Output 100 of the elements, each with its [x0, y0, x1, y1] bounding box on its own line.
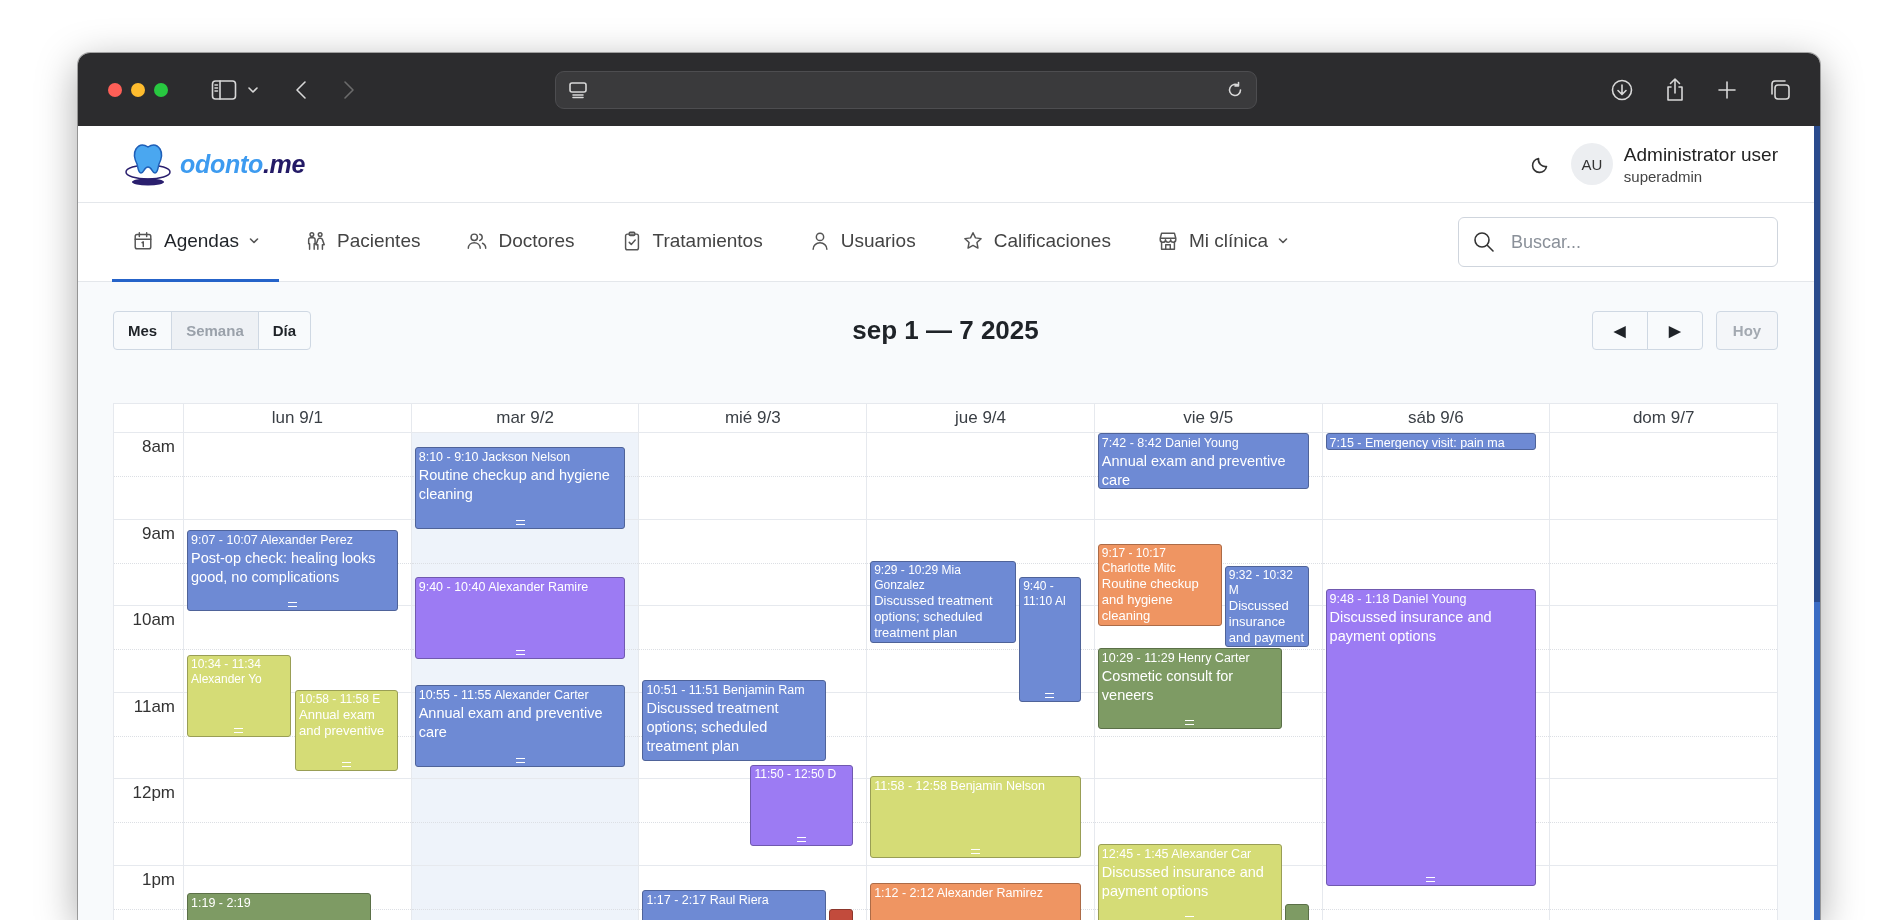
calendar-icon	[132, 230, 154, 252]
appointment-card[interactable]: 10:51 - 11:51 Benjamin Ram Discussed treatment options; scheduled treatment plan	[642, 679, 827, 761]
next-button[interactable]: ▶	[1647, 311, 1703, 350]
appointment-heading: 10:29 - 11:29 Henry Carter	[1101, 649, 1251, 667]
nav-tab[interactable]: Usuarios	[788, 203, 936, 282]
appointment-heading: 10:55 - 11:55 Alexander Carter	[418, 687, 590, 705]
tab-group-button[interactable]	[247, 84, 259, 95]
appointment-heading: 11:50 - 12:50 D	[754, 766, 838, 782]
tabs-icon	[1768, 77, 1792, 102]
appointment-card[interactable]: 1:12 - 2:12 Alexander Ramirez	[870, 882, 1081, 920]
appointment-card[interactable]: 7:15 - Emergency visit: pain ma	[1325, 433, 1537, 450]
appointment-heading: 9:29 - 10:29 Mia Gonzalez	[874, 563, 962, 594]
back-button[interactable]	[295, 79, 307, 100]
appointment-note: Annual exam and preventive	[299, 706, 386, 739]
appointment-card[interactable]: 11:50 - 12:50 D	[750, 764, 854, 847]
appointment-card[interactable]: 9:32 - 10:32 M Discussed insurance and payment	[1224, 565, 1309, 648]
resize-handle-icon[interactable]	[1426, 877, 1436, 883]
chevron-down-icon	[247, 84, 259, 95]
resize-handle-icon[interactable]	[1185, 916, 1195, 920]
tooth-logo-icon	[122, 141, 174, 187]
appointment-heading: 10:34 - 11:34 Alexander Yo	[191, 657, 263, 687]
appointment-note: Routine checkup and hygiene cleaning	[1101, 576, 1200, 624]
appointment-heading: 9:17 - 10:17 Charlotte Mitc	[1101, 546, 1177, 576]
week-title: sep 1 — 7 2025	[852, 315, 1039, 346]
forward-icon	[343, 79, 355, 100]
app-logo[interactable]: odonto.me	[180, 149, 306, 179]
plus-icon	[1716, 78, 1738, 101]
share-button[interactable]	[1664, 76, 1686, 103]
view-button[interactable]: Día	[257, 311, 312, 350]
appointment-note: Annual exam and preventive care	[1101, 452, 1287, 488]
search-icon	[1472, 230, 1496, 254]
appointment-heading: 10:51 - 11:51 Benjamin Ram	[646, 681, 806, 699]
nav-tab[interactable]: Agendas	[112, 203, 279, 282]
resize-handle-icon[interactable]	[515, 519, 525, 525]
nav-tab[interactable]: Tratamientos	[600, 203, 783, 282]
sidebar-button[interactable]	[211, 78, 237, 101]
hour-label: 12pm	[132, 783, 175, 803]
previous-button[interactable]: ◀	[1592, 311, 1648, 350]
appointment-card[interactable]: 10:29 - 11:29 Henry Carter Cosmetic consult for veneers	[1097, 647, 1282, 730]
view-button[interactable]: Mes	[113, 311, 173, 350]
appointment-note: Post-op check: healing looks good, no complications	[191, 548, 377, 587]
appointment-heading: 9:32 - 10:32 M	[1228, 567, 1294, 598]
appointment-note: Cosmetic consult for veneers	[1101, 666, 1235, 705]
back-icon	[295, 79, 307, 100]
appointment-card[interactable]: 9:29 - 10:29 Mia Gonzalez Discussed treatment options; scheduled treatment plan	[870, 561, 1016, 643]
appointment-heading: 11:58 - 12:58 Benjamin Nelson	[874, 778, 1046, 796]
day-header: mié 9/3	[638, 404, 867, 433]
appointment-card[interactable]: 9:17 - 10:17 Charlotte Mitc Routine checkup and hygiene cleaning	[1097, 544, 1222, 626]
appointment-card[interactable]: 9:40 - 11:10 Al	[1019, 577, 1081, 702]
appointment-card[interactable]: 9:07 - 10:07 Alexander Perez Post-op check: healing looks good, no complications	[187, 529, 398, 612]
appointment-note: Discussed treatment options; scheduled treatment plan	[874, 593, 994, 642]
reload-icon	[1226, 80, 1244, 99]
day-header: dom 9/7	[1549, 404, 1777, 433]
appointment-card[interactable]: 1:19 - 2:19	[187, 892, 371, 920]
resize-handle-icon[interactable]	[515, 649, 525, 655]
sidebar-icon	[211, 78, 237, 101]
minimize-button[interactable]	[131, 82, 145, 97]
resize-handle-icon[interactable]	[1185, 720, 1195, 726]
appointment-card[interactable]: 9:48 - 1:18 Daniel Young Discussed insurance and payment options	[1325, 588, 1537, 887]
close-button[interactable]	[108, 82, 122, 97]
store-icon	[1156, 230, 1179, 252]
appointment-heading: 1:19 - 2:19	[191, 894, 252, 912]
user-avatar[interactable]: AU	[1570, 143, 1613, 185]
appointment-card[interactable]: 1:17 - 2:17 Raul Riera	[642, 890, 827, 920]
day-header: lun 9/1	[183, 404, 411, 433]
scroll-bar[interactable]	[1814, 126, 1820, 920]
appointment-card[interactable]: 9:40 - 10:40 Alexander Ramire	[414, 577, 626, 659]
appointment-note: Discussed insurance and payment	[1228, 597, 1305, 646]
resize-handle-icon[interactable]	[515, 757, 525, 763]
resize-handle-icon[interactable]	[971, 848, 980, 854]
nav-tab[interactable]: Mi clínica	[1136, 203, 1309, 282]
day-header: jue 9/4	[866, 404, 1094, 433]
resize-handle-icon[interactable]	[287, 602, 297, 608]
share-icon	[1664, 76, 1686, 103]
appointment-heading: 7:15 - Emergency visit: pain ma	[1329, 435, 1506, 449]
appointment-card[interactable]: 8:10 - 9:10 Jackson Nelson Routine checkup and hygiene cleaning	[414, 447, 626, 529]
appointment-heading: 12:45 - 1:45 Alexander Car	[1101, 845, 1253, 863]
appointment-heading: 9:48 - 1:18 Daniel Young	[1329, 590, 1468, 608]
appointment-note: Discussed insurance and payment options	[1101, 862, 1265, 901]
appointment-note: Annual exam and preventive care	[418, 704, 604, 743]
view-button[interactable]: Semana	[171, 311, 259, 350]
appointment-note: Routine checkup and hygiene cleaning	[418, 466, 611, 505]
zoom-button[interactable]	[154, 82, 168, 97]
nav-tab[interactable]: Calificaciones	[941, 203, 1131, 282]
appointment-heading: 9:07 - 10:07 Alexander Perez	[191, 531, 354, 549]
appointment-card[interactable]: 7:42 - 8:42 Daniel Young Annual exam and preventive care	[1097, 433, 1309, 489]
users-icon	[466, 230, 489, 252]
user-role: superadmin	[1623, 167, 1704, 185]
star-icon	[961, 230, 984, 252]
address-bar[interactable]	[555, 70, 1257, 109]
resize-handle-icon[interactable]	[234, 727, 244, 733]
nav-tab[interactable]: Pacientes	[285, 203, 441, 282]
resize-handle-icon[interactable]	[797, 837, 807, 843]
appointment-note: Discussed treatment options; scheduled treatment plan	[646, 698, 780, 756]
resize-handle-icon[interactable]	[341, 762, 351, 768]
nav-tab[interactable]: Doctores	[446, 203, 595, 282]
resize-handle-icon[interactable]	[1045, 692, 1055, 698]
search-field[interactable]: Buscar...	[1458, 217, 1778, 267]
appointment-heading: 1:12 - 2:12 Alexander Ramirez	[874, 884, 1044, 902]
appointment-card[interactable]: 10:55 - 11:55 Alexander Carter Annual exam and preventive care	[414, 685, 626, 767]
